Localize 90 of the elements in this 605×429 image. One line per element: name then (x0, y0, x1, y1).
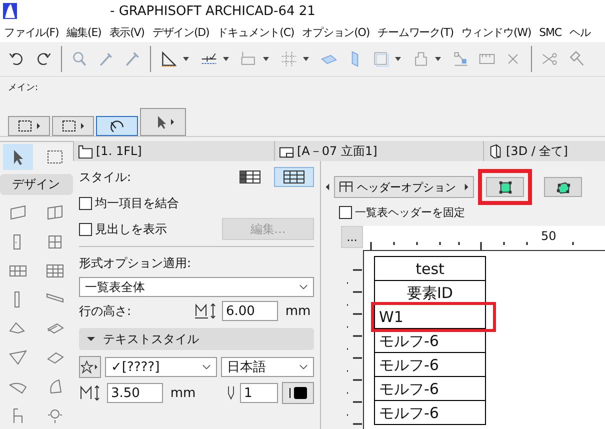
table-cell-text: W1 (378, 308, 404, 324)
view-tab[interactable]: [1. 1FL] (73, 141, 274, 161)
view-icon (78, 144, 93, 158)
text-size-field[interactable]: 3.50 (107, 383, 163, 403)
apply-dropdown[interactable]: 一覧表全体 (79, 277, 314, 297)
style-label: スタイル: (79, 168, 132, 186)
scissors-icon[interactable] (541, 50, 559, 68)
tab-label: [1. 1FL] (96, 144, 142, 158)
table-icon (239, 170, 261, 184)
menu-item[interactable]: ファイル(F) (0, 24, 63, 40)
table-icon (339, 181, 353, 193)
section-label[interactable]: デザイン (0, 174, 73, 195)
dropdown-value: ✓[????] (111, 360, 160, 374)
table-cell-text: test (414, 260, 446, 276)
square-icon (498, 180, 512, 194)
pointer-button[interactable] (140, 108, 186, 136)
hammer-icon[interactable] (567, 50, 585, 68)
menu-item[interactable]: チームワーク(T) (374, 24, 458, 40)
view-mode-button[interactable] (486, 177, 524, 197)
pen-color-button[interactable] (282, 382, 314, 404)
menu-item[interactable]: ウィンドウ(W) (457, 24, 536, 40)
connect-icon[interactable] (452, 50, 470, 68)
favorites-button[interactable] (79, 356, 101, 378)
menu-item[interactable]: SMC (535, 26, 566, 38)
window-title: - GRAPHISOFT ARCHICAD-64 21 (110, 4, 316, 18)
checkbox[interactable] (339, 206, 352, 219)
view-tab[interactable]: [3D / 全て] (483, 141, 605, 161)
star-icon (81, 360, 99, 374)
chevron-icon (299, 284, 308, 290)
caret-icon[interactable] (262, 55, 270, 63)
table-cell-text: モルフ-6 (378, 332, 440, 348)
menu-item[interactable]: 編集(E) (62, 24, 106, 40)
pen-field[interactable]: 1 (240, 383, 278, 403)
chevron-icon (202, 364, 211, 370)
collapse-arrow-icon[interactable] (325, 183, 330, 191)
row-height-label: 行の高さ: (79, 302, 132, 320)
table-cell-text: モルフ-6 (378, 356, 440, 372)
tab-label: [A－07 立面1] (297, 142, 378, 160)
header-options-button[interactable]: ヘッダーオプション (334, 176, 474, 198)
dropdown-value: 一覧表全体 (85, 278, 145, 296)
checkbox[interactable] (79, 222, 92, 236)
view-icon (488, 144, 503, 158)
row-height-field[interactable]: 6.00 (222, 301, 278, 321)
checkbox-label: 見出しを表示 (95, 220, 167, 238)
apply-label: 形式オプション適用: (79, 255, 192, 272)
menu-item[interactable]: ヘル (566, 24, 594, 40)
menu-item[interactable]: オプション(O) (298, 24, 374, 40)
toolbar-label: メイン: (8, 82, 40, 94)
caret-icon[interactable] (222, 55, 230, 63)
table-cell-text: モルフ-6 (378, 404, 440, 420)
language-dropdown[interactable]: 日本語 (221, 357, 314, 377)
row-height-icon (194, 302, 218, 320)
chevron-icon (299, 364, 308, 370)
rectangle-select-icon (60, 118, 86, 134)
cube-icon (556, 180, 570, 194)
checkbox-label: 一覧表ヘッダーを固定 (355, 205, 465, 220)
ruler-label: 50 (541, 229, 556, 243)
marquee-select-button[interactable] (8, 116, 50, 136)
button-label: ヘッダーオプション (357, 180, 457, 194)
caret-icon[interactable] (434, 55, 442, 63)
menu-item[interactable]: デザイン(D) (148, 24, 214, 40)
unit-label: mm (284, 304, 312, 318)
arrow-tool[interactable] (3, 144, 34, 170)
checkbox[interactable] (79, 196, 92, 210)
magic-wand-button[interactable] (96, 116, 138, 136)
more-button[interactable]: ... (341, 226, 363, 248)
marquee-icon (16, 118, 42, 134)
view-mode-button[interactable] (544, 177, 582, 197)
caret-icon[interactable] (87, 335, 95, 343)
app-logo-icon (3, 3, 17, 19)
checkbox-label: 均一項目を結合 (95, 194, 179, 212)
caret-icon[interactable] (394, 55, 402, 63)
rectangle-select-button[interactable] (52, 116, 94, 136)
unit-label: mm (169, 386, 197, 400)
menu-item[interactable]: ドキュメント(C) (213, 24, 298, 40)
table-icon (283, 170, 305, 184)
view-tab[interactable]: [A－07 立面1] (274, 141, 483, 161)
menu-item[interactable]: 表示(V) (105, 24, 148, 40)
dropdown-value: 日本語 (227, 359, 266, 376)
section-header[interactable]: テキストスタイル (79, 328, 314, 350)
arrow-icon (464, 183, 469, 191)
table-cell-text: モルフ-6 (378, 380, 440, 396)
table-cell-text: 要素ID (406, 284, 454, 300)
caret-icon[interactable] (182, 55, 190, 63)
font-dropdown[interactable]: ✓[????] (105, 357, 217, 377)
caret-icon[interactable] (302, 55, 310, 63)
magnifier-icon[interactable] (71, 50, 89, 68)
pen-icon (226, 385, 236, 401)
table-style-button[interactable] (274, 167, 314, 187)
tab-label: [3D / 全て] (506, 142, 568, 160)
